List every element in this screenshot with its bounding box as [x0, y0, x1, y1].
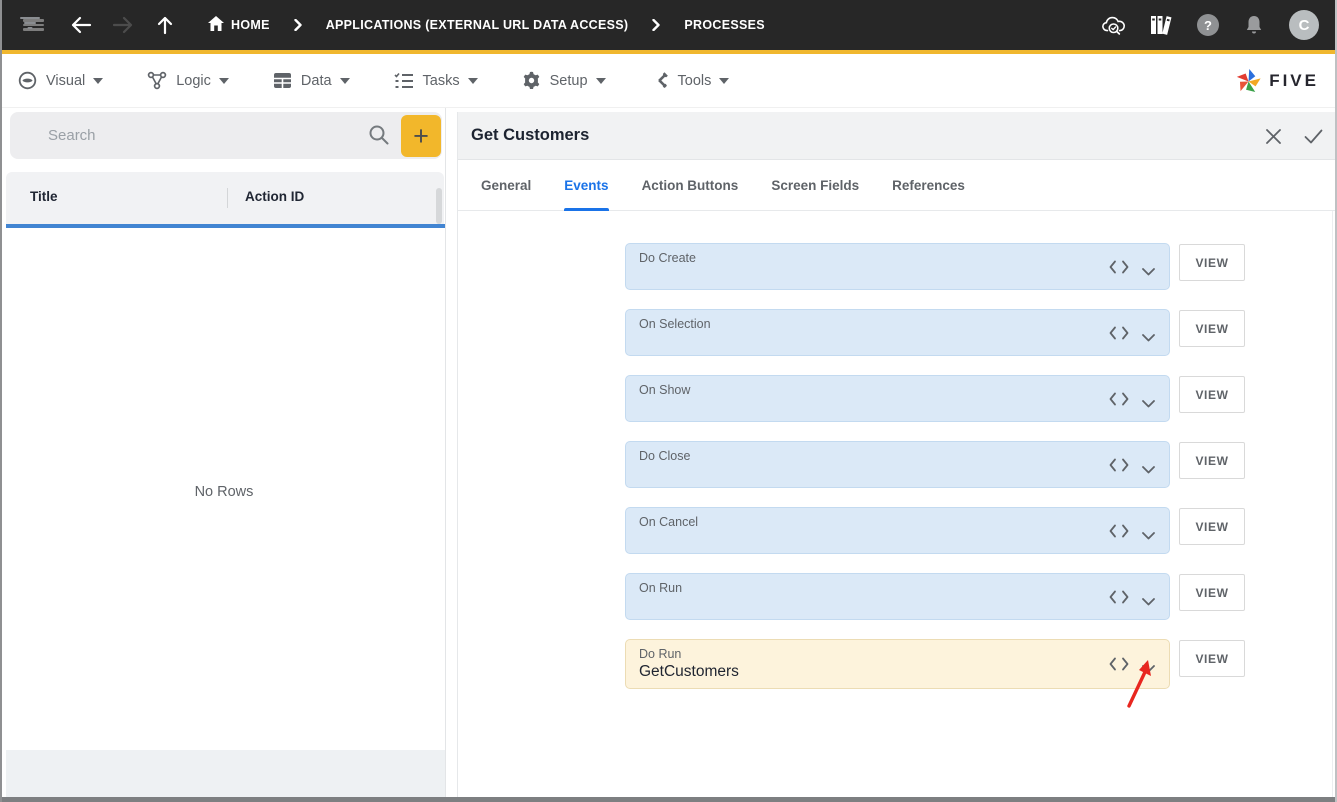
tab-action-buttons[interactable]: Action Buttons — [642, 160, 739, 211]
gear-icon — [522, 71, 541, 90]
code-icon[interactable] — [1109, 458, 1129, 477]
chevron-down-icon[interactable] — [1142, 593, 1155, 611]
tab-references[interactable]: References — [892, 160, 965, 211]
chevron-down-icon[interactable] — [1142, 461, 1155, 479]
code-icon[interactable] — [1109, 590, 1129, 609]
home-icon — [208, 16, 224, 34]
code-icon[interactable] — [1109, 260, 1129, 279]
list-header: Title Action ID — [6, 172, 444, 224]
menu-logic[interactable]: Logic — [147, 71, 229, 90]
chevron-down-icon[interactable] — [1142, 263, 1155, 281]
column-header-action-id[interactable]: Action ID — [245, 189, 304, 204]
menu-tasks[interactable]: Tasks — [394, 72, 478, 89]
field-on-cancel[interactable]: On Cancel — [625, 507, 1170, 554]
breadcrumb-separator-icon — [652, 19, 660, 31]
view-button-on-cancel[interactable]: VIEW — [1179, 508, 1245, 545]
up-arrow-icon[interactable] — [152, 12, 178, 38]
empty-list-message: No Rows — [2, 484, 446, 500]
five-logo-text: FIVE — [1269, 71, 1319, 91]
forward-arrow-icon[interactable] — [110, 12, 136, 38]
field-do-run[interactable]: Do Run GetCustomers — [625, 639, 1170, 689]
filter-icon[interactable] — [20, 15, 40, 36]
record-header: Get Customers — [458, 112, 1337, 160]
caret-down-icon — [596, 78, 606, 84]
tab-screen-fields[interactable]: Screen Fields — [771, 160, 859, 211]
menu-setup[interactable]: Setup — [522, 71, 606, 90]
list-header-underline — [6, 224, 445, 228]
view-button-on-show[interactable]: VIEW — [1179, 376, 1245, 413]
menu-bar: Visual Logic Data Tasks — [2, 54, 1335, 108]
app-window: HOME APPLICATIONS (EXTERNAL URL DATA ACC… — [0, 0, 1337, 802]
window-bottom-edge — [2, 797, 1335, 802]
search-icon[interactable] — [368, 124, 390, 151]
chevron-down-icon[interactable] — [1142, 527, 1155, 545]
top-navigation-bar: HOME APPLICATIONS (EXTERNAL URL DATA ACC… — [2, 0, 1335, 50]
main-scrollbar-track[interactable] — [1332, 211, 1333, 797]
column-divider — [227, 188, 228, 208]
five-logo: FIVE — [1235, 54, 1319, 108]
panel-divider — [445, 108, 446, 797]
left-scrollbar-thumb[interactable] — [436, 188, 442, 224]
help-icon[interactable]: ? — [1197, 14, 1219, 36]
eye-icon — [18, 71, 37, 90]
save-check-icon[interactable] — [1303, 126, 1323, 146]
code-icon[interactable] — [1109, 524, 1129, 543]
flow-branch-icon — [147, 71, 167, 90]
menu-tools[interactable]: Tools — [650, 71, 730, 90]
add-record-button[interactable]: + — [401, 115, 441, 157]
code-icon[interactable] — [1109, 326, 1129, 345]
chevron-down-icon[interactable] — [1142, 660, 1155, 678]
code-icon[interactable] — [1109, 392, 1129, 411]
view-button-do-run[interactable]: VIEW — [1179, 640, 1245, 677]
tab-general[interactable]: General — [481, 160, 531, 211]
field-do-create[interactable]: Do Create — [625, 243, 1170, 290]
field-do-run-value: GetCustomers — [639, 663, 739, 681]
close-icon[interactable] — [1263, 126, 1283, 146]
view-button-on-run[interactable]: VIEW — [1179, 574, 1245, 611]
preview-cloud-icon[interactable] — [1101, 12, 1127, 38]
chevron-down-icon[interactable] — [1142, 329, 1155, 347]
five-logo-pinwheel-icon — [1235, 68, 1262, 95]
notifications-bell-icon[interactable] — [1241, 12, 1267, 38]
back-arrow-icon[interactable] — [68, 12, 94, 38]
code-icon[interactable] — [1109, 657, 1129, 676]
main-panel-left-border — [457, 112, 458, 797]
page-title: Get Customers — [471, 126, 589, 145]
caret-down-icon — [219, 78, 229, 84]
view-button-on-selection[interactable]: VIEW — [1179, 310, 1245, 347]
breadcrumb-home-label: HOME — [231, 18, 270, 32]
topbar-actions: ? C — [1101, 0, 1319, 50]
breadcrumb: HOME APPLICATIONS (EXTERNAL URL DATA ACC… — [208, 16, 765, 34]
field-do-close[interactable]: Do Close — [625, 441, 1170, 488]
left-panel-footer — [6, 750, 446, 797]
caret-down-icon — [468, 78, 478, 84]
field-on-show[interactable]: On Show — [625, 375, 1170, 422]
view-button-do-create[interactable]: VIEW — [1179, 244, 1245, 281]
column-header-title[interactable]: Title — [30, 189, 58, 204]
user-avatar[interactable]: C — [1289, 10, 1319, 40]
breadcrumb-processes[interactable]: PROCESSES — [684, 18, 765, 32]
field-on-run[interactable]: On Run — [625, 573, 1170, 620]
breadcrumb-separator-icon — [294, 19, 302, 31]
checklist-icon — [394, 72, 414, 89]
breadcrumb-applications[interactable]: APPLICATIONS (EXTERNAL URL DATA ACCESS) — [326, 18, 629, 32]
tools-icon — [650, 71, 669, 90]
breadcrumb-home[interactable]: HOME — [208, 16, 270, 34]
field-on-selection[interactable]: On Selection — [625, 309, 1170, 356]
topbar-left: HOME APPLICATIONS (EXTERNAL URL DATA ACC… — [2, 12, 765, 38]
chevron-down-icon[interactable] — [1142, 395, 1155, 413]
caret-down-icon — [719, 78, 729, 84]
tab-bar: General Events Action Buttons Screen Fie… — [458, 160, 1337, 211]
search-input[interactable] — [48, 112, 348, 159]
menu-data[interactable]: Data — [273, 72, 350, 89]
library-books-icon[interactable] — [1149, 12, 1175, 38]
tab-events[interactable]: Events — [564, 160, 608, 211]
caret-down-icon — [340, 78, 350, 84]
caret-down-icon — [93, 78, 103, 84]
table-icon — [273, 72, 292, 89]
menu-visual[interactable]: Visual — [18, 71, 103, 90]
view-button-do-close[interactable]: VIEW — [1179, 442, 1245, 479]
